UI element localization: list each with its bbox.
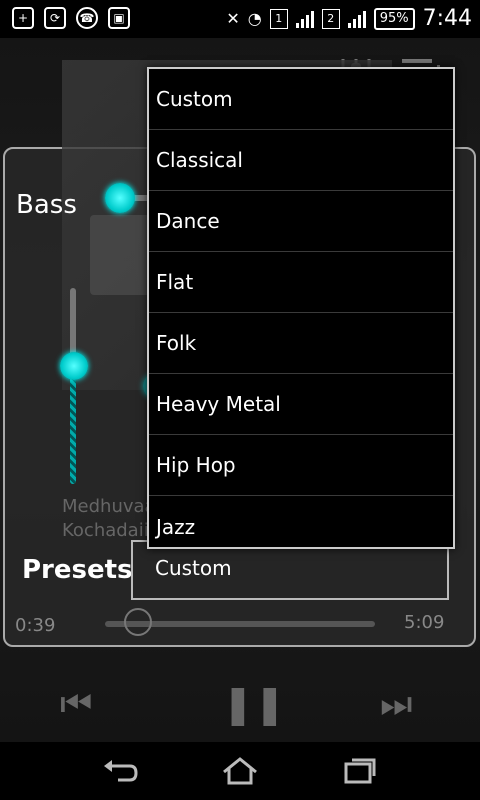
signal-icon [295,10,314,28]
whatsapp-icon: ☎ [76,7,98,29]
image-icon: ▣ [108,7,130,29]
pause-icon[interactable]: ❚❚ [222,682,286,726]
sim2-badge: 2 [321,8,340,29]
signal-icon-2 [347,10,366,28]
preset-option-flat[interactable]: Flat [149,252,453,313]
navigation-bar [0,742,480,800]
add-icon: + [12,7,34,29]
bluetooth-icon: ✕ [226,9,240,28]
home-icon[interactable] [220,756,260,786]
elapsed-time: 0:39 [15,615,56,636]
band-slider-1-knob[interactable] [60,352,88,380]
sync-icon: ⟳ [44,7,66,29]
bass-label: Bass [16,190,77,220]
preset-option-jazz[interactable]: Jazz [149,496,453,547]
total-duration: 5:09 [404,612,445,633]
seek-knob[interactable] [124,608,152,636]
preset-option-dance[interactable]: Dance [149,191,453,252]
preset-option-folk[interactable]: Folk [149,313,453,374]
wifi-icon: ◔ [247,9,262,28]
presets-label: Presets [22,555,133,585]
preset-option-heavy-metal[interactable]: Heavy Metal [149,374,453,435]
sim1-badge: 1 [269,8,288,29]
preset-dropdown: Custom Classical Dance Flat Folk Heavy M… [147,67,455,549]
preset-option-custom[interactable]: Custom [149,69,453,130]
preset-option-hip-hop[interactable]: Hip Hop [149,435,453,496]
status-bar: + ⟳ ☎ ▣ ✕ ◔ 1 2 95% 7:44 [0,0,480,38]
back-icon[interactable] [100,756,140,786]
bass-slider-knob[interactable] [105,183,135,213]
battery-indicator: 95% [373,7,415,30]
band-slider-1[interactable] [70,288,76,484]
clock: 7:44 [422,6,472,31]
preset-select-value[interactable]: Custom [155,556,232,580]
next-track-icon[interactable]: ⏭ [380,684,412,726]
preset-option-classical[interactable]: Classical [149,130,453,191]
recents-icon[interactable] [340,756,380,786]
previous-track-icon[interactable]: ⏮ [60,684,92,726]
